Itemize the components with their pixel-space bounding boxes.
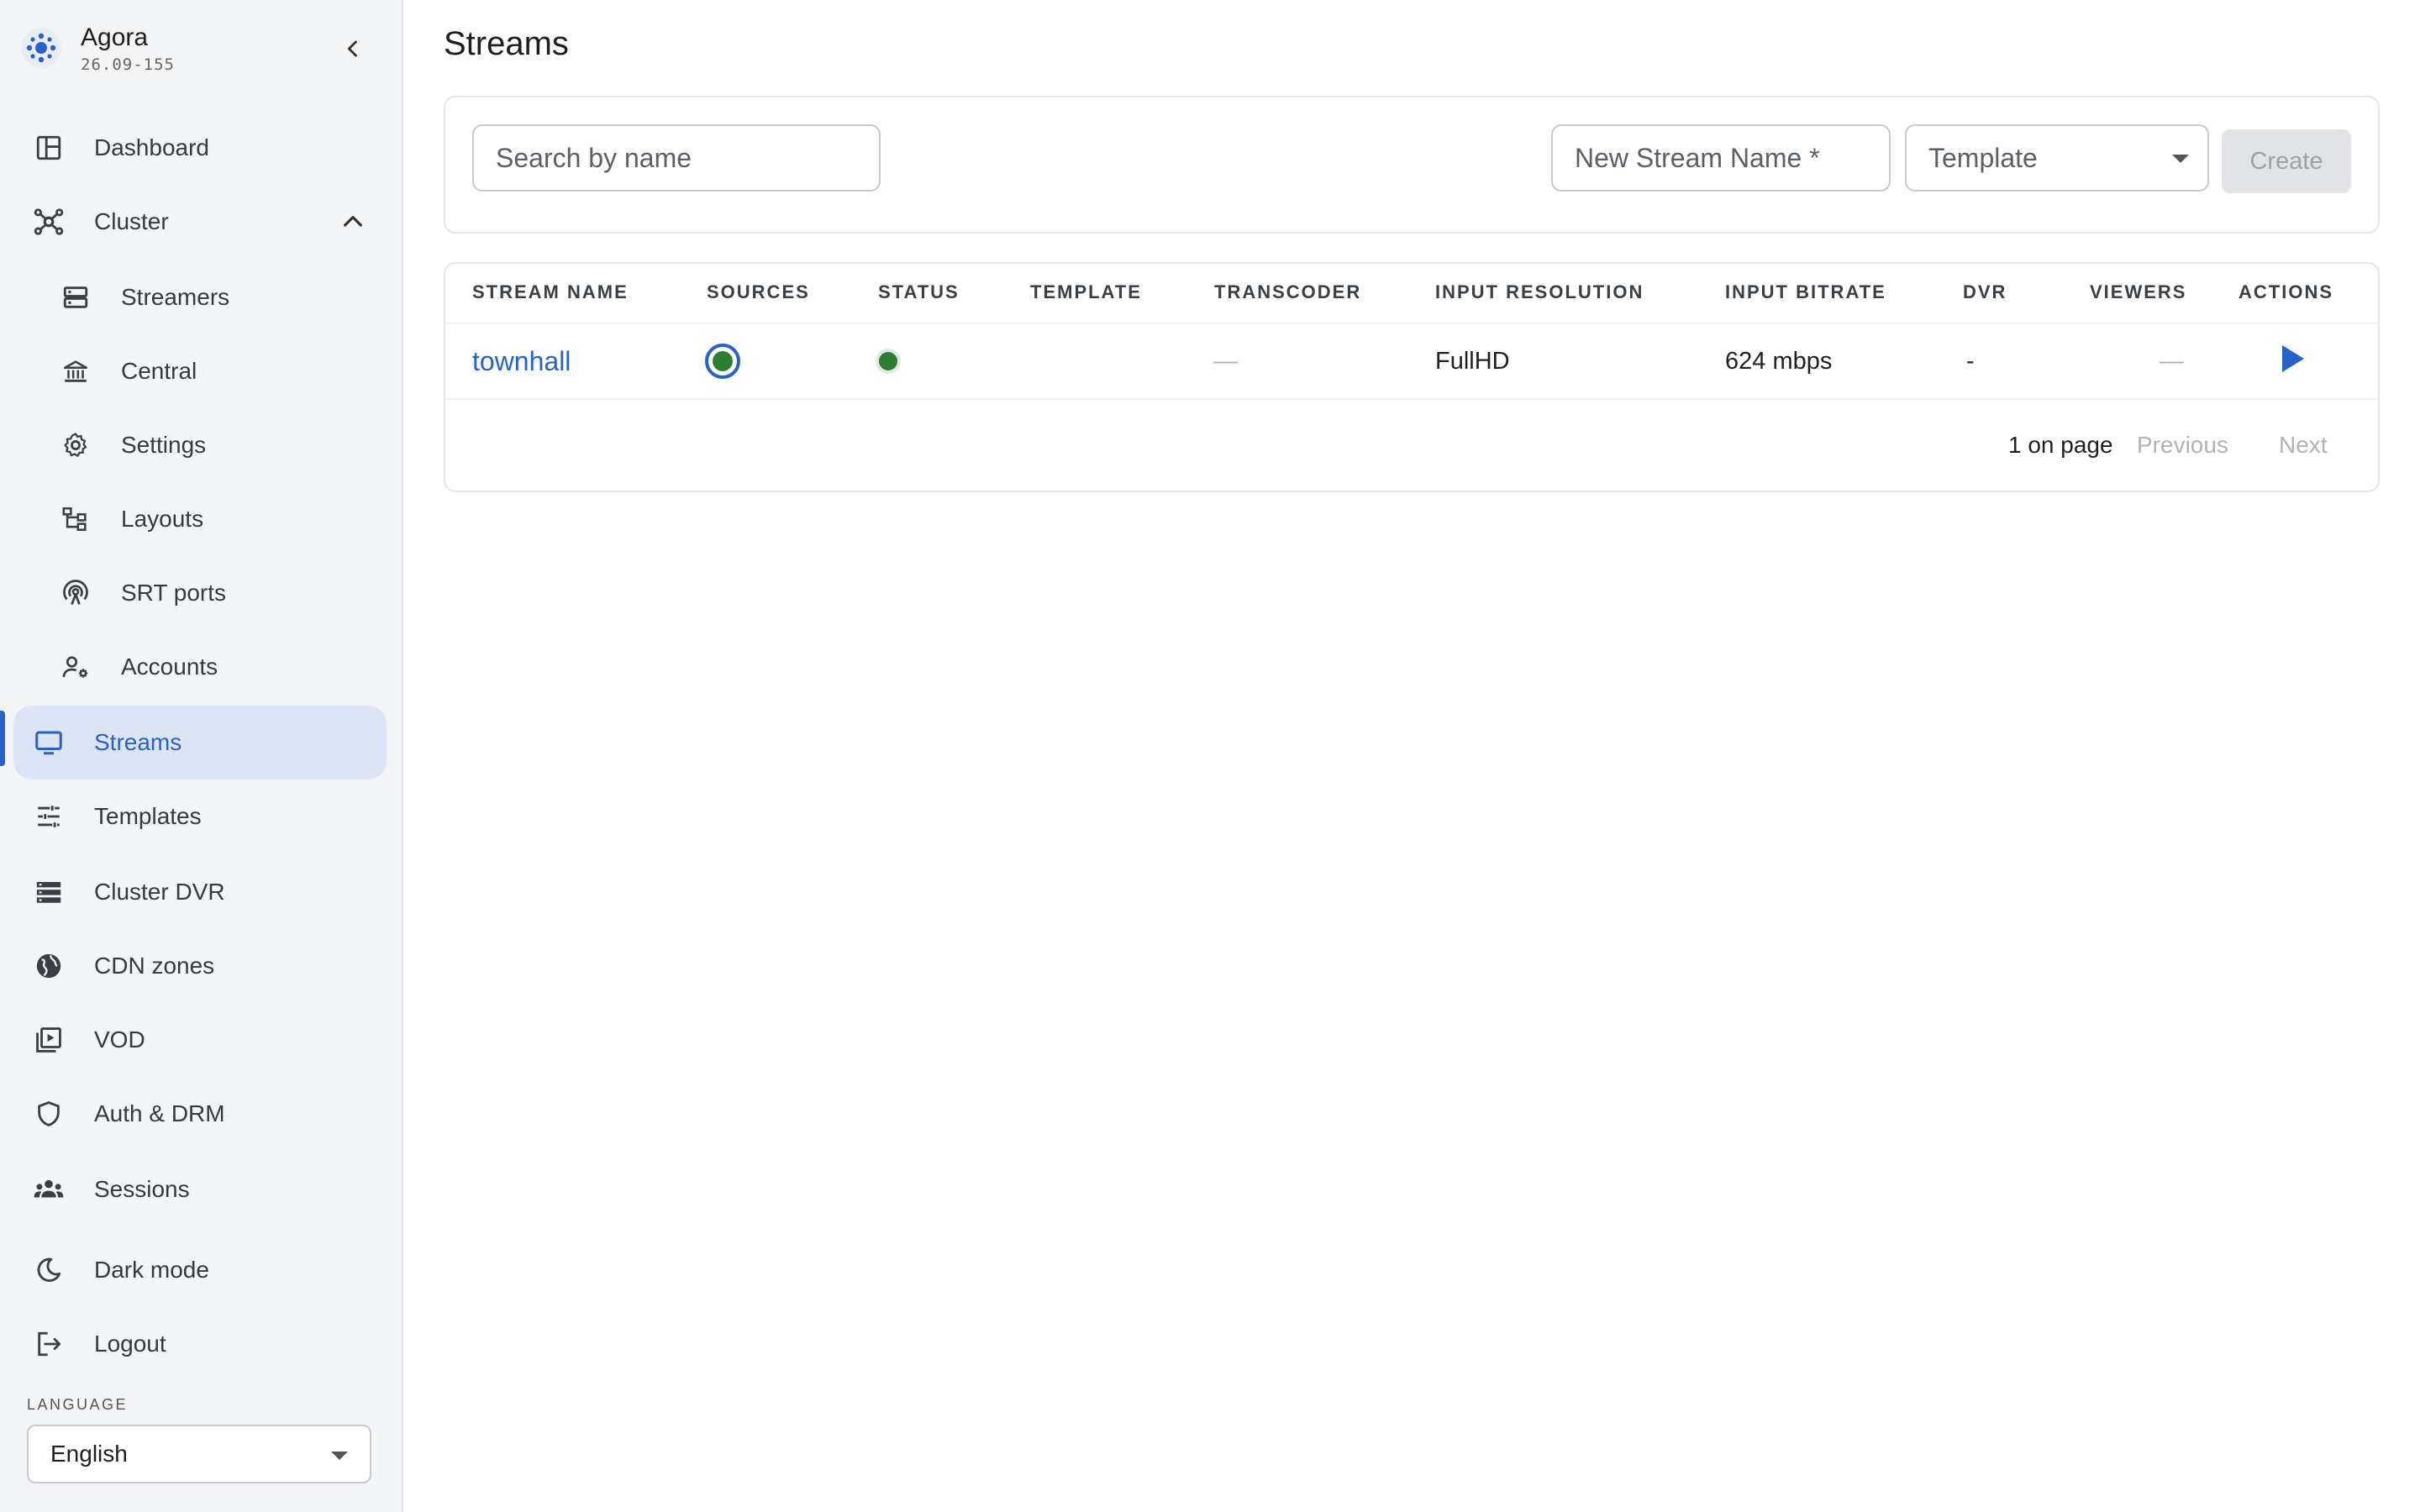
sidebar-item-label: Settings <box>121 432 207 458</box>
sidebar-item-layouts[interactable]: Layouts <box>13 482 387 556</box>
bank-icon <box>59 354 92 388</box>
moon-icon <box>32 1253 66 1287</box>
viewers-cell: — <box>2160 348 2184 375</box>
globe-icon <box>32 949 66 983</box>
sidebar: Agora 26.09-155 Dashboard Cluster Stream… <box>0 0 403 1512</box>
next-button[interactable]: Next <box>2279 430 2328 460</box>
sidebar-item-settings[interactable]: Settings <box>13 408 387 482</box>
sidebar-item-label: Streams <box>94 729 182 755</box>
sidebar-item-label: CDN zones <box>94 953 215 979</box>
column-header: INPUT RESOLUTION <box>1435 281 1644 302</box>
sidebar-item-auth-drm[interactable]: Auth & DRM <box>13 1077 387 1151</box>
transcoder-cell: — <box>1213 348 1238 375</box>
sidebar-item-streamers[interactable]: Streamers <box>13 260 387 334</box>
sidebar-item-label: Dark mode <box>94 1257 209 1283</box>
user-gear-icon <box>59 650 92 684</box>
column-header: STATUS <box>878 281 960 302</box>
caret-down-icon <box>2172 155 2189 163</box>
sidebar-item-label: Auth & DRM <box>94 1100 225 1126</box>
sidebar-item-sessions[interactable]: Sessions <box>13 1152 387 1226</box>
sidebar-item-logout[interactable]: Logout <box>13 1307 387 1381</box>
caret-down-icon <box>331 1452 348 1460</box>
search-placeholder: Search by name <box>496 143 692 173</box>
monitor-icon <box>32 726 66 759</box>
sidebar-item-vod[interactable]: VOD <box>13 1003 387 1077</box>
collapse-sidebar-button[interactable] <box>334 30 371 67</box>
column-header[interactable]: STREAM NAME <box>472 281 629 304</box>
cluster-icon <box>32 205 66 239</box>
active-indicator <box>0 711 5 766</box>
source-status-icon[interactable] <box>704 343 741 380</box>
sidebar-item-label: SRT ports <box>121 580 227 606</box>
dashboard-icon <box>32 131 66 165</box>
sidebar-item-central[interactable]: Central <box>13 334 387 408</box>
sidebar-item-label: Logout <box>94 1331 166 1357</box>
stream-name-link[interactable]: townhall <box>472 346 571 376</box>
brand: Agora 26.09-155 <box>20 20 373 74</box>
chevron-up-icon <box>344 216 362 227</box>
sidebar-item-label: Accounts <box>121 654 218 680</box>
sidebar-item-label: Sessions <box>94 1176 190 1202</box>
logout-icon <box>32 1327 66 1361</box>
language-caption: LANGUAGE <box>27 1396 129 1413</box>
sidebar-item-srt-ports[interactable]: SRT ports <box>13 556 387 630</box>
column-header: DVR <box>1963 281 2007 302</box>
app-version: 26.09-155 <box>81 55 175 74</box>
sidebar-item-label: Cluster DVR <box>94 879 225 905</box>
gear-icon <box>59 428 92 462</box>
sidebar-item-label: VOD <box>94 1026 145 1053</box>
chevron-left-icon <box>347 40 357 57</box>
column-header: INPUT BITRATE <box>1725 281 1886 302</box>
column-header: SOURCES <box>707 281 810 302</box>
server-icon <box>59 281 92 314</box>
sidebar-item-cluster-dvr[interactable]: Cluster DVR <box>13 855 387 929</box>
sidebar-item-label: Layouts <box>121 506 204 532</box>
input-resolution-cell: FullHD <box>1435 348 1510 375</box>
sidebar-item-templates[interactable]: Templates <box>13 780 387 853</box>
sidebar-item-label: Dashboard <box>94 134 209 160</box>
agora-logo-icon <box>21 28 61 68</box>
sidebar-item-streams[interactable]: Streams <box>13 706 387 780</box>
divider <box>445 398 2378 400</box>
sidebar-item-label: Central <box>121 358 197 384</box>
video-library-icon <box>32 1023 66 1057</box>
status-indicator-icon <box>876 349 901 374</box>
new-stream-name-field[interactable]: New Stream Name * <box>1551 124 1891 192</box>
sidebar-item-cdn-zones[interactable]: CDN zones <box>13 929 387 1003</box>
table-row: townhall <box>472 344 571 380</box>
sidebar-item-dashboard[interactable]: Dashboard <box>13 111 387 185</box>
shield-icon <box>32 1097 66 1131</box>
sidebar-item-cluster[interactable]: Cluster <box>13 185 387 259</box>
column-header: VIEWERS <box>2090 281 2187 302</box>
sidebar-item-accounts[interactable]: Accounts <box>13 630 387 704</box>
language-value: English <box>50 1441 128 1467</box>
divider <box>445 323 2378 324</box>
previous-button[interactable]: Previous <box>2137 430 2228 460</box>
template-placeholder: Template <box>1928 143 2038 173</box>
create-button[interactable]: Create <box>2222 129 2351 193</box>
antenna-icon <box>59 576 92 610</box>
app-name: Agora <box>81 24 149 51</box>
sidebar-item-label: Streamers <box>121 284 230 310</box>
layout-tree-icon <box>59 502 92 536</box>
storage-icon <box>32 875 66 909</box>
language-select[interactable]: English <box>27 1425 371 1483</box>
dvr-cell: - <box>1966 348 1975 375</box>
search-input[interactable]: Search by name <box>472 124 881 192</box>
sidebar-item-label: Cluster <box>94 208 169 234</box>
group-icon <box>32 1173 66 1206</box>
sidebar-item-dark-mode[interactable]: Dark mode <box>13 1233 387 1307</box>
sidebar-item-label: Templates <box>94 803 202 829</box>
column-header: ACTIONS <box>2238 281 2333 302</box>
page-count: 1 on page <box>2008 432 2113 458</box>
template-select[interactable]: Template <box>1905 124 2209 192</box>
new-stream-placeholder: New Stream Name * <box>1575 143 1820 173</box>
column-header: TRANSCODER <box>1214 281 1362 302</box>
input-bitrate-cell: 624 mbps <box>1725 348 1833 375</box>
column-header: TEMPLATE <box>1030 281 1142 302</box>
play-icon[interactable] <box>2279 343 2307 375</box>
sliders-icon <box>32 800 66 833</box>
page-title: Streams <box>444 25 569 62</box>
